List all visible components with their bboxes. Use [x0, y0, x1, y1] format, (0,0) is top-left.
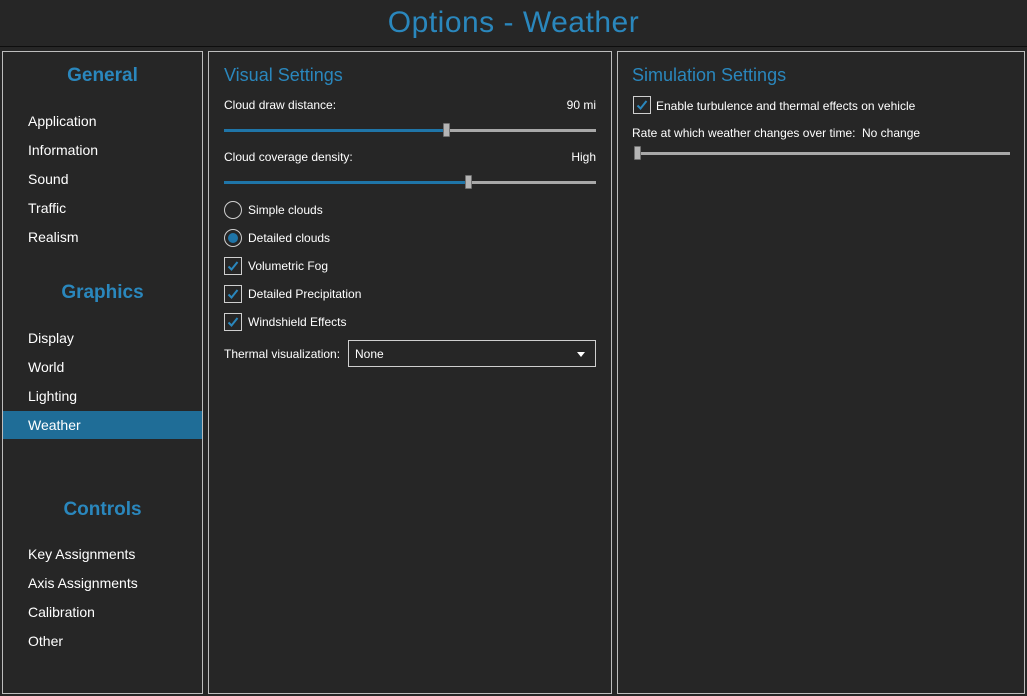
- sidebar-item-weather[interactable]: Weather: [3, 411, 202, 439]
- cloud-coverage-density-value: High: [571, 150, 596, 164]
- windshield-effects-label[interactable]: Windshield Effects: [248, 315, 347, 329]
- weather-rate-slider[interactable]: [634, 146, 1010, 160]
- volumetric-fog-checkbox[interactable]: [224, 257, 242, 275]
- slider-fill: [224, 129, 445, 132]
- sidebar-item-sound[interactable]: Sound: [3, 165, 202, 193]
- cloud-coverage-density-label: Cloud coverage density:: [224, 150, 353, 164]
- section-heading-graphics: Graphics: [61, 282, 144, 303]
- cloud-draw-distance-slider[interactable]: [224, 123, 596, 137]
- turbulence-label[interactable]: Enable turbulence and thermal effects on…: [656, 99, 915, 113]
- windshield-effects-checkbox[interactable]: [224, 313, 242, 331]
- chevron-down-icon: [577, 352, 585, 357]
- weather-rate-label: Rate at which weather changes over time:: [632, 126, 856, 140]
- sidebar-item-key-assignments[interactable]: Key Assignments: [3, 540, 202, 568]
- sidebar-item-application[interactable]: Application: [3, 107, 202, 135]
- sidebar-item-display[interactable]: Display: [3, 324, 202, 352]
- detailed-precipitation-checkbox[interactable]: [224, 285, 242, 303]
- visual-settings-title: Visual Settings: [224, 65, 343, 85]
- slider-thumb[interactable]: [634, 146, 641, 160]
- window-title: Options - Weather: [387, 6, 640, 39]
- cloud-draw-distance-label: Cloud draw distance:: [224, 98, 337, 112]
- sidebar-item-world[interactable]: World: [3, 353, 202, 381]
- sidebar-item-calibration[interactable]: Calibration: [3, 598, 202, 626]
- visual-settings-panel: Visual Settings Cloud draw distance: 90 …: [208, 51, 612, 694]
- checkmark-icon: [227, 317, 239, 327]
- sidebar-item-lighting[interactable]: Lighting: [3, 382, 202, 410]
- radio-dot: [228, 233, 238, 243]
- thermal-visualization-dropdown[interactable]: None: [348, 340, 596, 367]
- detailed-clouds-radio[interactable]: [224, 229, 242, 247]
- simple-clouds-radio[interactable]: [224, 201, 242, 219]
- section-heading-general: General: [67, 65, 138, 86]
- checkmark-icon: [227, 289, 239, 299]
- cloud-coverage-density-slider[interactable]: [224, 175, 596, 189]
- simple-clouds-label[interactable]: Simple clouds: [248, 203, 323, 217]
- slider-thumb[interactable]: [443, 123, 450, 137]
- sidebar-item-axis-assignments[interactable]: Axis Assignments: [3, 569, 202, 597]
- sidebar-item-information[interactable]: Information: [3, 136, 202, 164]
- slider-thumb[interactable]: [465, 175, 472, 189]
- title-bar: Options - Weather: [0, 0, 1027, 47]
- sidebar-item-traffic[interactable]: Traffic: [3, 194, 202, 222]
- thermal-visualization-label: Thermal visualization:: [224, 347, 341, 361]
- sidebar-item-other[interactable]: Other: [3, 627, 202, 655]
- sidebar-item-realism[interactable]: Realism: [3, 223, 202, 251]
- detailed-precipitation-label[interactable]: Detailed Precipitation: [248, 287, 361, 301]
- simulation-settings-title: Simulation Settings: [632, 65, 787, 85]
- turbulence-checkbox[interactable]: [633, 96, 651, 114]
- thermal-visualization-value: None: [355, 347, 384, 361]
- detailed-clouds-label[interactable]: Detailed clouds: [248, 231, 330, 245]
- slider-track: [634, 152, 1010, 155]
- volumetric-fog-label[interactable]: Volumetric Fog: [248, 259, 328, 273]
- checkmark-icon: [227, 261, 239, 271]
- simulation-settings-panel: Simulation Settings Enable turbulence an…: [617, 51, 1025, 694]
- checkmark-icon: [636, 100, 648, 110]
- slider-fill: [224, 181, 467, 184]
- weather-rate-value: No change: [862, 126, 921, 140]
- cloud-draw-distance-value: 90 mi: [566, 98, 596, 112]
- section-heading-controls: Controls: [63, 499, 142, 520]
- sidebar: General Application Information Sound Tr…: [2, 51, 203, 694]
